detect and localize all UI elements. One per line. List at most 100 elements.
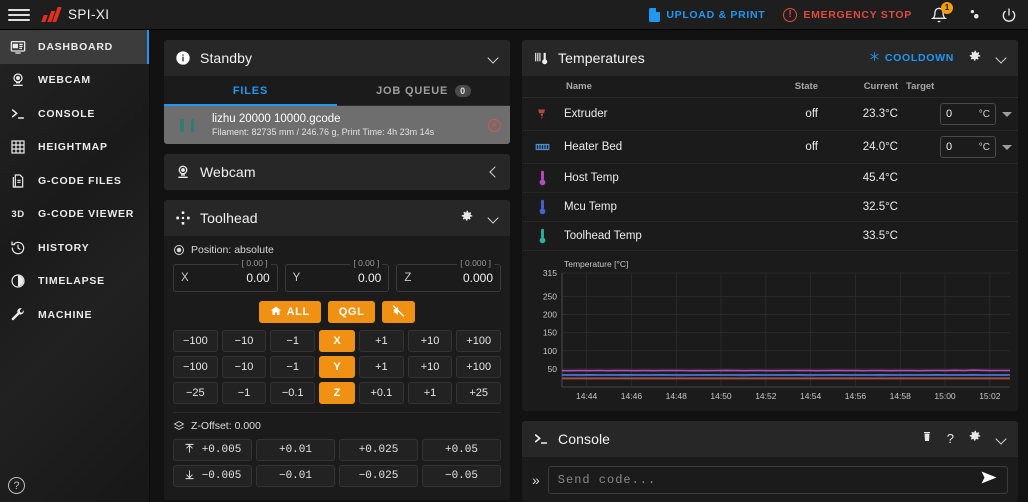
axis-x-field[interactable]: [ 0.00 ] X 0.00: [173, 264, 278, 292]
jog-y-pos10[interactable]: +10: [408, 356, 453, 378]
upload-and-print-button[interactable]: UPLOAD & PRINT: [649, 8, 765, 22]
zoffset-up-0025[interactable]: +0.025: [339, 439, 418, 461]
target-input-extruder[interactable]: 0 °C: [940, 103, 996, 125]
sidebar-item-webcam[interactable]: WEBCAM: [0, 64, 149, 98]
jog-y-neg10[interactable]: −10: [222, 356, 267, 378]
svg-text:315: 315: [543, 268, 557, 278]
jog-z-neg01[interactable]: −0.1: [270, 382, 315, 404]
gear-icon[interactable]: [968, 49, 982, 68]
zoffset-up-001[interactable]: +0.01: [256, 439, 335, 461]
jog-x-pos10[interactable]: +10: [408, 330, 453, 352]
preset-dropdown-icon[interactable]: [1002, 112, 1012, 117]
table-row[interactable]: Toolhead Temp 33.5°C: [522, 222, 1018, 251]
sidebar-item-console[interactable]: CONSOLE: [0, 97, 149, 131]
target-unit: °C: [979, 109, 990, 120]
sidebar-label: TIMELAPSE: [38, 275, 105, 287]
home-all-button[interactable]: ALL: [259, 301, 321, 323]
table-row[interactable]: Mcu Temp 32.5°C: [522, 193, 1018, 222]
tab-files[interactable]: FILES: [164, 76, 337, 105]
jog-axis-y[interactable]: Y: [319, 356, 355, 378]
webcam-icon: [9, 71, 27, 89]
axis-z-field[interactable]: [ 0.000 ] Z 0.000: [396, 264, 501, 292]
row-target-cell: 0 °C: [898, 98, 1018, 131]
console-input[interactable]: Send code...: [548, 466, 1008, 494]
jog-x-neg1[interactable]: −1: [270, 330, 315, 352]
zoffset-line: Z-Offset: 0.000: [173, 420, 501, 432]
chevron-left-icon[interactable]: [488, 166, 500, 178]
file-details: Filament: 82735 mm / 246.76 g, Print Tim…: [212, 126, 480, 139]
row-name-cell: Extruder: [522, 98, 728, 131]
chevron-down-icon[interactable]: [996, 433, 1008, 445]
zoffset-down-0025[interactable]: −0.025: [339, 465, 418, 487]
gear-icon[interactable]: [460, 209, 474, 228]
sidebar-item-timelapse[interactable]: TIMELAPSE: [0, 265, 149, 299]
row-name: Mcu Temp: [564, 201, 617, 213]
temperatures-table-body: Extruder off 23.3°C 0 °C: [522, 98, 1018, 251]
sidebar-item-gcode-viewer[interactable]: 3D G-CODE VIEWER: [0, 198, 149, 232]
file-list-item[interactable]: lizhu 20000 10000.gcode Filament: 82735 …: [164, 106, 510, 144]
jog-z-pos25[interactable]: +25: [456, 382, 501, 404]
jog-y-pos1[interactable]: +1: [359, 356, 404, 378]
svg-text:14:56: 14:56: [845, 391, 867, 401]
zoffset-up-005[interactable]: +0.05: [422, 439, 501, 461]
motors-off-button[interactable]: [382, 301, 415, 323]
trash-icon[interactable]: [921, 430, 933, 448]
zoffset-up-0005[interactable]: +0.005: [173, 439, 252, 461]
sidebar-label: G-CODE FILES: [38, 175, 122, 187]
settings-icon[interactable]: [965, 6, 983, 24]
zoffset-down-0005[interactable]: −0.005: [173, 465, 252, 487]
sidebar-item-heightmap[interactable]: HEIGHTMAP: [0, 131, 149, 165]
row-target-cell: 0 °C: [898, 131, 1018, 164]
zoffset-down-001[interactable]: −0.01: [256, 465, 335, 487]
target-input-heater-bed[interactable]: 0 °C: [940, 136, 996, 158]
jog-z-neg25[interactable]: −25: [173, 382, 218, 404]
sidebar-item-history[interactable]: HISTORY: [0, 231, 149, 265]
jog-axis-x[interactable]: X: [319, 330, 355, 352]
qgl-button[interactable]: QGL: [328, 301, 376, 323]
help-icon[interactable]: ?: [8, 477, 25, 494]
help-icon[interactable]: ?: [947, 431, 954, 446]
jog-y-neg100[interactable]: −100: [173, 356, 218, 378]
jog-axis-z[interactable]: Z: [319, 382, 355, 404]
svg-text:14:48: 14:48: [666, 391, 688, 401]
tab-job-queue[interactable]: JOB QUEUE 0: [337, 76, 510, 105]
sidebar-item-machine[interactable]: MACHINE: [0, 298, 149, 332]
cooldown-button[interactable]: COOLDOWN: [869, 51, 954, 65]
jog-x-pos100[interactable]: +100: [456, 330, 501, 352]
zoffset-down-005[interactable]: −0.05: [422, 465, 501, 487]
row-state: off: [728, 98, 818, 131]
jog-x-neg100[interactable]: −100: [173, 330, 218, 352]
chevron-down-icon[interactable]: [488, 52, 500, 64]
bell-icon[interactable]: 1: [930, 6, 948, 24]
gear-icon[interactable]: [968, 429, 982, 448]
delete-icon[interactable]: [488, 119, 501, 132]
table-row[interactable]: Extruder off 23.3°C 0 °C: [522, 98, 1018, 131]
sidebar-item-gcode-files[interactable]: G-CODE FILES: [0, 164, 149, 198]
status-title: Standby: [200, 50, 252, 66]
chevron-down-icon[interactable]: [488, 212, 500, 224]
home-all-label: ALL: [287, 306, 310, 318]
preset-dropdown-icon[interactable]: [1002, 145, 1012, 150]
menu-icon[interactable]: [8, 6, 30, 24]
thermometer-icon: [532, 227, 552, 245]
table-row[interactable]: Heater Bed off 24.0°C 0 °C: [522, 131, 1018, 164]
chevron-down-icon[interactable]: [996, 52, 1008, 64]
position-line: Position: absolute: [173, 244, 501, 256]
send-icon[interactable]: [980, 470, 998, 490]
thermometer-icon: [532, 169, 552, 187]
jog-z-neg1[interactable]: −1: [222, 382, 267, 404]
jog-z-pos1[interactable]: +1: [408, 382, 453, 404]
row-current: 33.5°C: [818, 222, 898, 251]
axis-y-field[interactable]: [ 0.00 ] Y 0.00: [285, 264, 390, 292]
status-header-actions: [488, 52, 500, 64]
jog-x-neg10[interactable]: −10: [222, 330, 267, 352]
power-icon[interactable]: [1000, 6, 1018, 24]
axis-z-value: 0.000: [463, 271, 493, 285]
table-row[interactable]: Host Temp 45.4°C: [522, 164, 1018, 193]
jog-y-pos100[interactable]: +100: [456, 356, 501, 378]
sidebar-item-dashboard[interactable]: DASHBOARD: [0, 30, 149, 64]
jog-x-pos1[interactable]: +1: [359, 330, 404, 352]
jog-y-neg1[interactable]: −1: [270, 356, 315, 378]
emergency-stop-button[interactable]: ! EMERGENCY STOP: [783, 8, 912, 22]
jog-z-pos01[interactable]: +0.1: [359, 382, 404, 404]
